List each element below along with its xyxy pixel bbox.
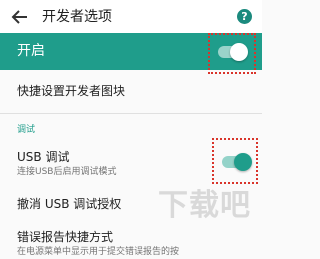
highlight-box-usb [212, 138, 258, 184]
master-switch-label: 开启 [17, 43, 45, 59]
quick-settings-tiles-item[interactable]: 快捷设置开发者图块 [17, 84, 125, 99]
watermark-logo: 下载吧 [158, 188, 251, 223]
toolbar: 开发者选项 ? [0, 0, 262, 33]
usb-debugging-title[interactable]: USB 调试 [17, 150, 69, 165]
revoke-usb-authorization-item[interactable]: 撤消 USB 调试授权 [17, 197, 121, 212]
highlight-box-master [208, 33, 256, 74]
help-icon[interactable]: ? [237, 9, 252, 24]
bug-report-shortcut-title[interactable]: 错误报告快捷方式 [17, 230, 113, 245]
divider [0, 113, 262, 114]
page-title: 开发者选项 [42, 9, 112, 25]
bug-report-shortcut-summary: 在电源菜单中显示用于提交错误报告的按 [17, 247, 180, 257]
usb-debugging-summary: 连接USB后启用调试模式 [17, 167, 117, 177]
arrow-back-icon[interactable] [10, 9, 28, 25]
section-header-debug: 调试 [17, 125, 36, 135]
